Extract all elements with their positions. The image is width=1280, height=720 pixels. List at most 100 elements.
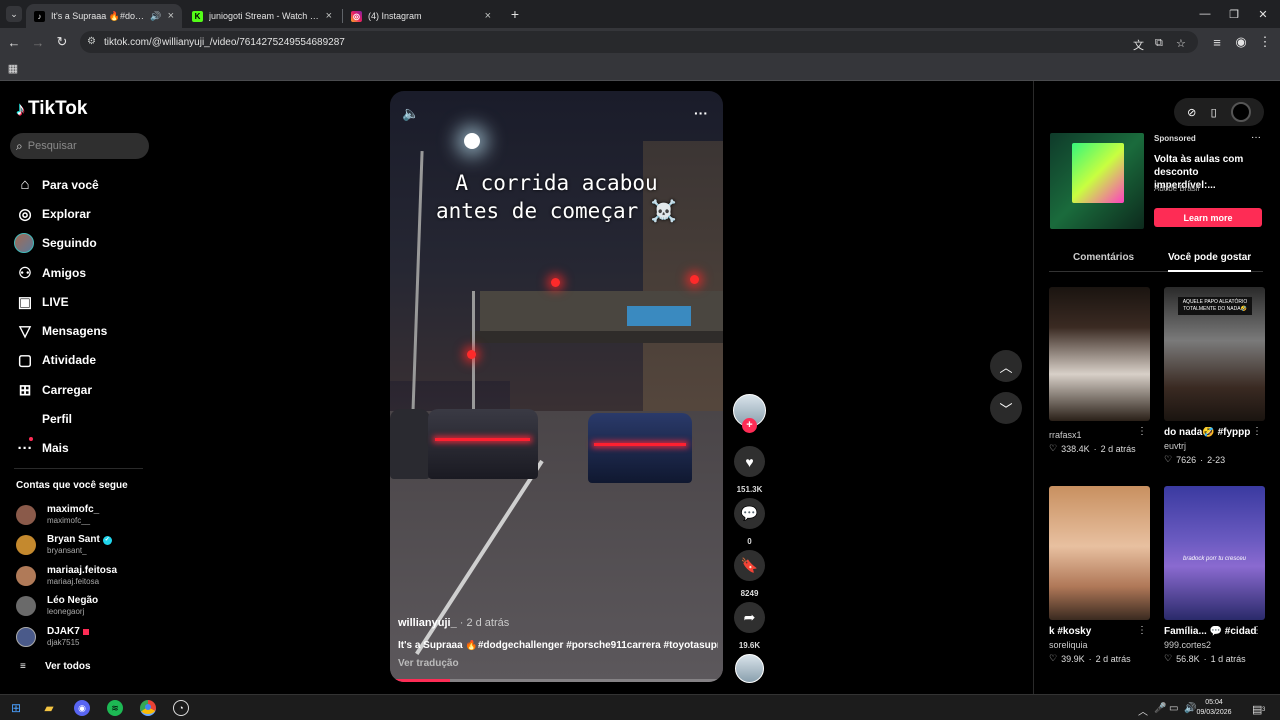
nav-friends[interactable]: ⚇ Amigos — [14, 258, 107, 287]
volume-icon[interactable]: 🔈 — [402, 105, 419, 122]
author-avatar-button[interactable]: + — [733, 394, 766, 433]
apps-grid-icon[interactable]: ▦ — [5, 60, 21, 76]
followed-account[interactable]: maximofc_ maximofc__ — [16, 504, 99, 526]
video-thumbnail — [1049, 287, 1150, 421]
followed-account[interactable]: Léo Negão leonegaorj — [16, 595, 98, 617]
app-icon[interactable]: ◔ — [173, 700, 189, 716]
minimize-icon[interactable]: — — [1193, 5, 1217, 23]
close-tab-icon[interactable]: × — [326, 10, 332, 22]
share-button[interactable]: ➦ 19.6K — [733, 602, 766, 650]
tab-search-icon[interactable]: ⌄ — [6, 6, 22, 22]
notification-icon[interactable]: ▤ — [1252, 703, 1262, 716]
translate-icon[interactable]: 文 — [1133, 37, 1144, 53]
close-tab-icon[interactable]: × — [168, 10, 174, 22]
tray-chevron-icon[interactable]: ︿ — [1138, 703, 1148, 718]
more-options-icon[interactable]: ··· — [694, 105, 708, 121]
theme-toggle[interactable] — [1230, 102, 1251, 122]
nav-activity[interactable]: ▢ Atividade — [14, 346, 107, 375]
video-card[interactable]: rrafasx1 ♡ 338.4K · 2 d atrás ⋮ — [1049, 287, 1151, 454]
video-card[interactable]: bradock porr tu cresceu Família... 💬 #ci… — [1164, 486, 1266, 664]
compass-icon[interactable]: ⊘ — [1187, 106, 1196, 119]
device-icon[interactable]: ▯ — [1211, 106, 1217, 119]
card-more-icon[interactable]: ⋮ — [1137, 426, 1147, 437]
address-bar[interactable]: ⚙ tiktok.com/@willianyuji_/video/7614275… — [80, 31, 1198, 53]
video-scene — [627, 306, 691, 326]
tab-title: (4) Instagram — [368, 11, 422, 21]
followed-account[interactable]: mariaaj.feitosa mariaaj.feitosa — [16, 565, 117, 587]
nav-explore[interactable]: ◎ Explorar — [14, 199, 107, 228]
card-more-icon[interactable]: ⋮ — [1252, 426, 1262, 437]
card-more-icon[interactable]: ⋮ — [1137, 625, 1147, 636]
back-icon[interactable]: ← — [6, 34, 22, 50]
restore-icon[interactable]: ❐ — [1222, 5, 1246, 23]
ad-thumbnail[interactable] — [1050, 133, 1144, 229]
sidebar-divider — [14, 468, 143, 469]
nav-for-you[interactable]: ⌂ Para você — [14, 170, 107, 199]
system-clock[interactable]: 05:04 09/03/2026 — [1196, 698, 1232, 718]
tab-comments[interactable]: Comentários — [1073, 252, 1134, 263]
audio-playing-icon[interactable]: 🔊 — [150, 11, 161, 22]
video-card[interactable]: k #kosky soreliquia ♡ 39.9K · 2 d atrás ⋮ — [1049, 486, 1151, 664]
menu-kebab-icon[interactable]: ⋮ — [1257, 34, 1273, 50]
nav-more[interactable]: ··· Mais — [14, 434, 107, 463]
nav-messages[interactable]: ▽ Mensagens — [14, 316, 107, 345]
windows-start-icon[interactable]: ⊞ — [8, 700, 24, 716]
search-input[interactable]: ⌕ Pesquisar — [10, 133, 149, 159]
site-info-icon[interactable]: ⚙ — [87, 36, 96, 47]
video-card[interactable]: AQUELE PAPO ALEATÓRIO TOTALMENTE DO NADA… — [1164, 287, 1266, 465]
see-all-button[interactable]: ≡ Ver todos — [20, 661, 91, 672]
file-explorer-icon[interactable]: ▰ — [41, 700, 57, 716]
taskbar: ⊞ ▰ ◉ ≋ ◔ ︿ 🎤 ▭ 🔊 05:04 09/03/2026 ▤ 3 — [0, 694, 1280, 720]
video-caption: A corrida acabou antes de começar ☠️ — [390, 169, 723, 225]
video-author[interactable]: willianyuji_ — [398, 617, 457, 629]
window-close-icon[interactable]: ✕ — [1251, 5, 1275, 23]
avatar — [16, 596, 36, 616]
account-handle: leonegaorj — [47, 607, 85, 616]
new-tab-icon[interactable]: + — [503, 5, 527, 23]
network-icon[interactable]: ▭ — [1169, 703, 1178, 714]
nav-upload[interactable]: ⊞ Carregar — [14, 375, 107, 404]
ad-brand: Adobe Brasil — [1154, 184, 1200, 193]
speaker-icon[interactable]: 🔊 — [1184, 703, 1196, 714]
spotify-icon[interactable]: ≋ — [107, 700, 123, 716]
share-count: 19.6K — [738, 641, 761, 650]
profile-icon[interactable]: ◉ — [1233, 34, 1249, 50]
previous-video-button[interactable]: ︿ — [990, 350, 1022, 382]
nav-bar: ← → ↻ ⚙ tiktok.com/@willianyuji_/video/7… — [0, 28, 1280, 56]
thumbnail-overlay-text: AQUELE PAPO ALEATÓRIO TOTALMENTE DO NADA… — [1178, 297, 1252, 315]
close-tab-icon[interactable]: × — [485, 10, 491, 22]
nav-following[interactable]: Seguindo — [14, 229, 107, 258]
comment-button[interactable]: 💬 0 — [733, 498, 766, 546]
followed-account[interactable]: DJAK7 djak7515 — [16, 626, 89, 648]
microphone-icon[interactable]: 🎤 — [1154, 703, 1166, 714]
like-button[interactable]: ♥ 151.3K — [733, 446, 766, 494]
tab-instagram[interactable]: ◎ (4) Instagram × — [343, 4, 499, 28]
follow-plus-icon[interactable]: + — [742, 418, 757, 433]
bookmark-star-icon[interactable]: ☆ — [1176, 37, 1186, 50]
tab-tiktok[interactable]: ♪ It's a Supraaa 🔥#dodgech 🔊 × — [26, 4, 182, 28]
tiktok-logo[interactable]: ♪ TikTok — [16, 98, 87, 120]
nav-live[interactable]: ▣ LIVE — [14, 287, 107, 316]
install-icon[interactable]: ⧉ — [1155, 37, 1163, 50]
followed-account[interactable]: Bryan Sant ✓ bryansant_ — [16, 534, 112, 556]
chrome-icon[interactable] — [140, 700, 156, 716]
nav-label: Amigos — [42, 265, 87, 280]
tab-you-may-like[interactable]: Você pode gostar — [1168, 252, 1252, 272]
heart-icon: ♥ — [734, 446, 765, 477]
save-button[interactable]: 🔖 8249 — [733, 550, 766, 598]
video-progress-bar[interactable] — [390, 679, 723, 682]
tab-title: juniogoti Stream - Watch Live o — [209, 11, 320, 21]
card-more-icon[interactable]: ⋮ — [1252, 625, 1262, 636]
reload-icon[interactable]: ↻ — [54, 34, 70, 50]
translate-link[interactable]: Ver tradução — [398, 658, 718, 669]
sound-disc-button[interactable] — [733, 654, 766, 683]
discord-icon[interactable]: ◉ — [74, 700, 90, 716]
forward-icon[interactable]: → — [30, 34, 46, 50]
next-video-button[interactable]: ﹀ — [990, 392, 1022, 424]
ad-more-icon[interactable]: ··· — [1251, 132, 1261, 143]
video-player[interactable]: A corrida acabou antes de começar ☠️ 🔈 ·… — [390, 91, 723, 682]
reading-list-icon[interactable]: ≡ — [1209, 34, 1225, 50]
nav-profile[interactable]: Perfil — [14, 404, 107, 433]
tab-kick[interactable]: K juniogoti Stream - Watch Live o × — [184, 4, 340, 28]
learn-more-button[interactable]: Learn more — [1154, 208, 1262, 227]
